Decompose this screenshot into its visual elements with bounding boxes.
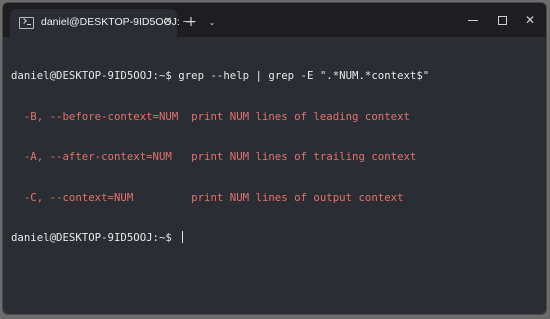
tab-dropdown-icon[interactable]: ⌄ (202, 13, 222, 33)
shell-prompt: daniel@DESKTOP-9ID5OOJ:~$ (11, 69, 179, 82)
maximize-icon (497, 15, 507, 25)
terminal-window: daniel@DESKTOP-9ID5OOJ: ~ ✕ + ⌄ ✕ daniel… (2, 2, 547, 315)
tab-ubuntu[interactable]: daniel@DESKTOP-9ID5OOJ: ~ ✕ (10, 9, 189, 37)
terminal-icon (19, 17, 34, 29)
close-button[interactable]: ✕ (515, 9, 545, 31)
command-line: daniel@DESKTOP-9ID5OOJ:~$ (11, 231, 546, 245)
new-tab-button[interactable]: + (181, 13, 201, 33)
output-line: -C, --context=NUM print NUM lines of out… (11, 190, 404, 204)
output-line: -B, --before-context=NUM print NUM lines… (11, 109, 410, 123)
minimize-icon (468, 19, 478, 21)
tab-close-icon[interactable]: ✕ (161, 15, 175, 29)
close-icon: ✕ (524, 13, 536, 27)
maximize-button[interactable] (487, 9, 517, 31)
text-cursor (182, 231, 184, 243)
terminal-output[interactable]: daniel@DESKTOP-9ID5OOJ:~$ grep --help | … (3, 37, 546, 314)
minimize-button[interactable] (458, 9, 488, 31)
command-line: daniel@DESKTOP-9ID5OOJ:~$ grep --help | … (11, 69, 546, 83)
title-bar[interactable]: daniel@DESKTOP-9ID5OOJ: ~ ✕ + ⌄ ✕ (3, 3, 546, 37)
output-line: -A, --after-context=NUM print NUM lines … (11, 150, 417, 163)
command-text: grep --help | grep -E ".*NUM.*context$" (178, 69, 430, 82)
shell-prompt: daniel@DESKTOP-9ID5OOJ:~$ (11, 231, 179, 244)
